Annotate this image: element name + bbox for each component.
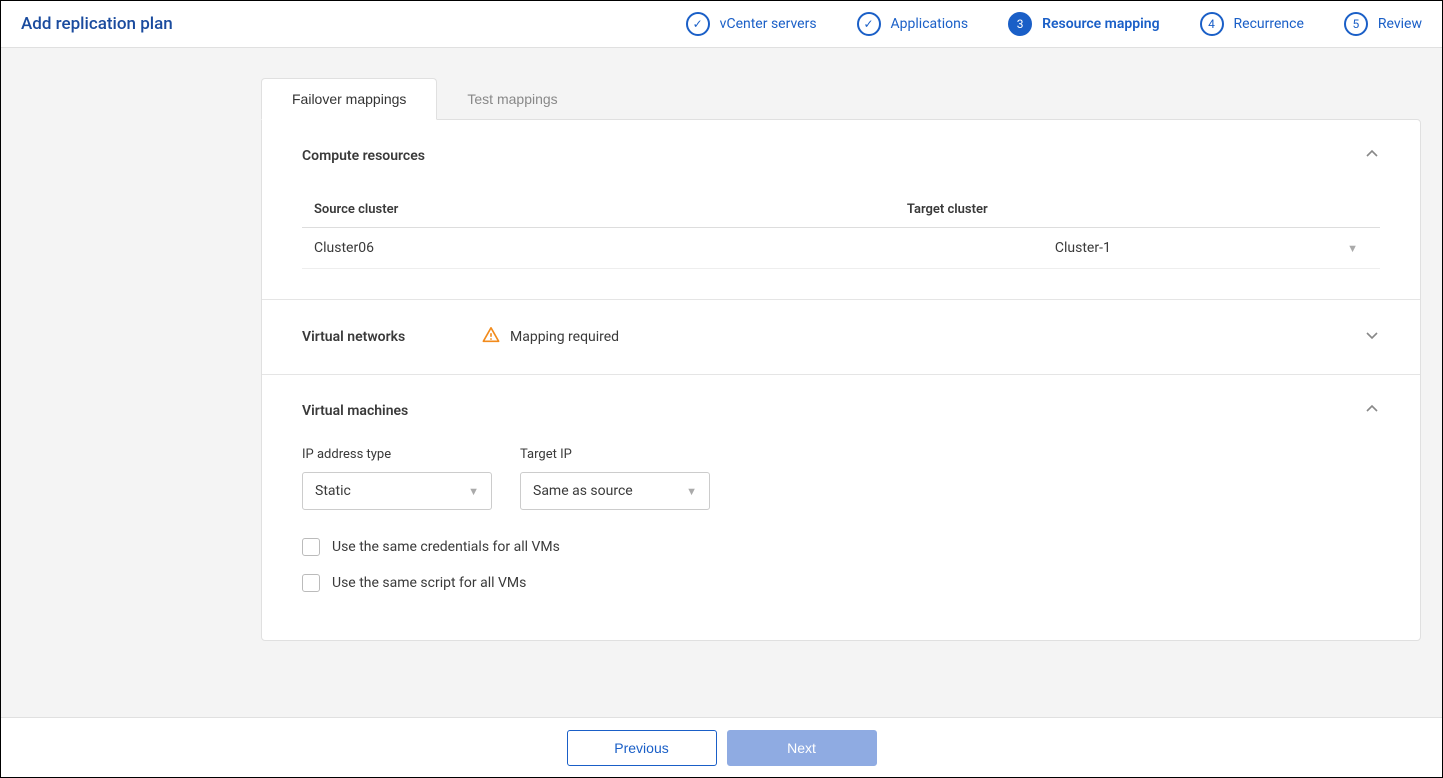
caret-down-icon: ▼ bbox=[468, 485, 479, 498]
step-label: Review bbox=[1378, 16, 1422, 32]
target-ip-label: Target IP bbox=[520, 447, 710, 462]
step-label: Recurrence bbox=[1234, 16, 1304, 32]
next-button[interactable]: Next bbox=[727, 730, 877, 766]
section-header-compute[interactable]: Compute resources bbox=[262, 120, 1420, 192]
chevron-up-icon bbox=[1364, 146, 1380, 166]
caret-down-icon: ▼ bbox=[686, 485, 697, 498]
step-recurrence[interactable]: 4 Recurrence bbox=[1200, 12, 1304, 36]
section-header-virtual-machines[interactable]: Virtual machines bbox=[262, 375, 1420, 447]
chevron-down-icon bbox=[1364, 327, 1380, 347]
select-value: Same as source bbox=[533, 483, 633, 499]
table-row: Cluster06 Cluster-1 ▼ bbox=[302, 228, 1380, 269]
mapping-tabs: Failover mappings Test mappings bbox=[261, 78, 1421, 120]
step-applications[interactable]: ✓ Applications bbox=[857, 12, 969, 36]
tab-failover-mappings[interactable]: Failover mappings bbox=[261, 78, 437, 120]
step-review[interactable]: 5 Review bbox=[1344, 12, 1422, 36]
target-ip-select[interactable]: Same as source ▼ bbox=[520, 472, 710, 510]
step-indicator: ✓ vCenter servers ✓ Applications 3 Resou… bbox=[686, 12, 1422, 36]
target-cluster-value: Cluster-1 bbox=[1055, 240, 1111, 256]
target-ip-group: Target IP Same as source ▼ bbox=[520, 447, 710, 510]
col-target-cluster: Target cluster bbox=[895, 192, 1380, 228]
step-number-icon: 3 bbox=[1008, 12, 1032, 36]
section-compute-resources: Compute resources Source cluster Target … bbox=[262, 120, 1420, 300]
checkbox-same-credentials[interactable] bbox=[302, 538, 320, 556]
warning-icon bbox=[482, 326, 500, 348]
select-value: Static bbox=[315, 483, 351, 499]
wizard-header: Add replication plan ✓ vCenter servers ✓… bbox=[1, 1, 1442, 48]
wizard-footer: Previous Next bbox=[1, 717, 1442, 777]
checkbox-same-script[interactable] bbox=[302, 574, 320, 592]
target-cluster-select[interactable]: Cluster-1 ▼ bbox=[895, 228, 1380, 269]
cluster-mapping-table: Source cluster Target cluster Cluster06 … bbox=[302, 192, 1380, 269]
section-title: Compute resources bbox=[302, 148, 482, 164]
caret-down-icon: ▼ bbox=[1347, 242, 1358, 255]
step-resource-mapping[interactable]: 3 Resource mapping bbox=[1008, 12, 1159, 36]
section-header-virtual-networks[interactable]: Virtual networks Mapping required bbox=[262, 300, 1420, 374]
section-virtual-networks: Virtual networks Mapping required bbox=[262, 300, 1420, 375]
checkbox-label: Use the same script for all VMs bbox=[332, 575, 526, 591]
step-vcenter[interactable]: ✓ vCenter servers bbox=[686, 12, 817, 36]
ip-address-type-label: IP address type bbox=[302, 447, 492, 462]
check-icon: ✓ bbox=[857, 12, 881, 36]
check-icon: ✓ bbox=[686, 12, 710, 36]
section-title: Virtual machines bbox=[302, 403, 482, 419]
step-label: Resource mapping bbox=[1042, 16, 1159, 32]
status-text: Mapping required bbox=[510, 329, 619, 345]
chevron-up-icon bbox=[1364, 401, 1380, 421]
step-number-icon: 4 bbox=[1200, 12, 1224, 36]
step-number-icon: 5 bbox=[1344, 12, 1368, 36]
source-cluster-cell: Cluster06 bbox=[302, 228, 895, 269]
tab-test-mappings[interactable]: Test mappings bbox=[437, 78, 587, 120]
ip-address-type-select[interactable]: Static ▼ bbox=[302, 472, 492, 510]
checkbox-label: Use the same credentials for all VMs bbox=[332, 539, 560, 555]
section-title: Virtual networks bbox=[302, 329, 482, 345]
mapping-panel: Compute resources Source cluster Target … bbox=[261, 119, 1421, 641]
previous-button[interactable]: Previous bbox=[567, 730, 717, 766]
content-area: Failover mappings Test mappings Compute … bbox=[1, 48, 1442, 717]
col-source-cluster: Source cluster bbox=[302, 192, 895, 228]
step-label: Applications bbox=[891, 16, 969, 32]
step-label: vCenter servers bbox=[720, 16, 817, 32]
ip-address-type-group: IP address type Static ▼ bbox=[302, 447, 492, 510]
section-virtual-machines: Virtual machines IP address type Static … bbox=[262, 375, 1420, 640]
page-title: Add replication plan bbox=[21, 14, 173, 34]
